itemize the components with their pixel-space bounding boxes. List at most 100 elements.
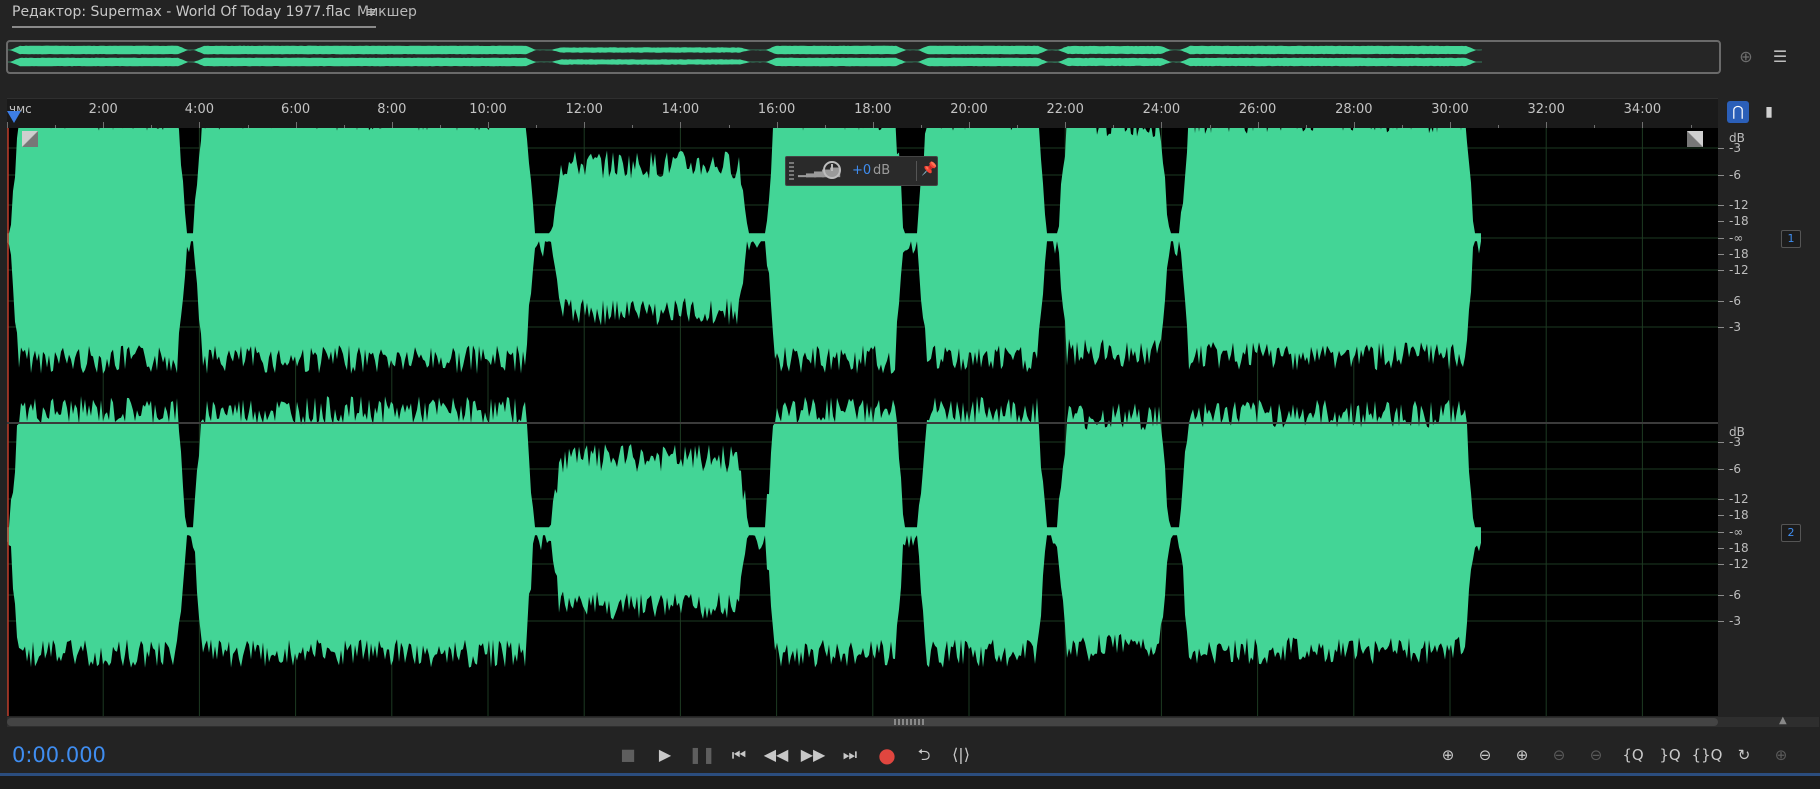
tab-editor-label: Редактор: Supermax - World Of Today 1977…	[12, 4, 351, 20]
ruler-tick-label: 18:00	[854, 102, 892, 117]
pin-icon[interactable]: 📌	[921, 162, 937, 177]
list-icon[interactable]: ☰	[1769, 46, 1791, 68]
zoom-full-icon[interactable]: ⊕	[1765, 741, 1797, 769]
db-scale-tick	[1718, 221, 1724, 222]
ruler-tick-label: 6:00	[280, 102, 311, 117]
db-scale-label: -18	[1729, 247, 1749, 261]
db-scale-tick	[1718, 148, 1724, 149]
db-scale-tick	[1718, 548, 1724, 549]
zoom-to-selection-icon[interactable]: {}Q	[1691, 741, 1723, 769]
ruler-tick-label: 30:00	[1431, 102, 1469, 117]
volume-knob[interactable]	[823, 161, 841, 179]
ruler-tick-label: 24:00	[1142, 102, 1181, 117]
db-scale-label: -12	[1729, 198, 1749, 212]
db-scale-tick	[1718, 254, 1724, 255]
db-scale: dB -3 -6 -12 -18 -∞ -18 -12 -6 -3 1 dB -3 -6 -12 -18 -∞ -…	[1718, 128, 1820, 716]
rewind-button[interactable]: ◀◀	[761, 740, 791, 770]
db-scale-tick	[1718, 175, 1724, 176]
fade-out-handle[interactable]	[1687, 131, 1703, 147]
db-scale-tick	[1718, 499, 1724, 500]
stop-button[interactable]: ■	[613, 740, 643, 770]
tab-mixer[interactable]: Микшер	[357, 4, 417, 20]
db-scale-label: -3	[1729, 141, 1741, 155]
hud-divider	[916, 161, 917, 181]
waveform-overview[interactable]	[6, 40, 1721, 74]
play-button[interactable]: ▶	[650, 740, 680, 770]
db-scale-label: -3	[1729, 435, 1741, 449]
ruler-tick-label: 14:00	[661, 102, 700, 117]
db-scale-label: -18	[1729, 541, 1749, 555]
db-scale-tick	[1718, 564, 1724, 565]
db-scale-tick	[1718, 238, 1724, 239]
time-display[interactable]: 0:00.000	[12, 743, 106, 767]
overview-channel-1	[8, 45, 1482, 55]
zoom-in-time-icon[interactable]: ⊕	[1506, 741, 1538, 769]
scrollbar-thumb[interactable]	[7, 718, 1718, 726]
db-scale-label: -12	[1729, 263, 1749, 277]
db-scale-tick	[1718, 301, 1724, 302]
ruler-tick-label: 16:00	[757, 102, 796, 117]
db-scale-label: -18	[1729, 508, 1749, 522]
zoom-reset-icon[interactable]: ↻	[1728, 741, 1760, 769]
zoom-out-full-icon[interactable]: ⊖	[1580, 741, 1612, 769]
db-scale-tick	[1718, 532, 1724, 533]
zoom-in-amplitude-icon[interactable]: ⊕	[1432, 741, 1464, 769]
db-scale-label: -6	[1729, 462, 1741, 476]
ruler-tick-label: 34:00	[1623, 102, 1662, 117]
channel-1-waveform	[7, 128, 1481, 374]
zoom-out-time-icon[interactable]: ⊖	[1543, 741, 1575, 769]
fast-forward-button[interactable]: ▶▶	[798, 740, 828, 770]
overview-channel-2	[8, 57, 1482, 67]
channel-2-waveform	[7, 396, 1481, 668]
snap-icon[interactable]: ⋂	[1727, 101, 1749, 123]
db-scale-tick	[1718, 621, 1724, 622]
db-scale-label: -18	[1729, 214, 1749, 228]
go-to-start-button[interactable]: ⏮	[724, 740, 754, 770]
fade-in-handle[interactable]	[22, 131, 38, 147]
record-button[interactable]: ●	[872, 740, 902, 770]
ruler-tick-label: 32:00	[1527, 102, 1565, 117]
timeline-ruler[interactable]: чмс 2:00 4:00 6:00 8:00 10:00 12:00 14:00 16:00…	[7, 98, 1718, 129]
channel-number-badge[interactable]: 2	[1781, 524, 1801, 542]
db-scale-tick	[1718, 469, 1724, 470]
skip-selection-button[interactable]: ⟨|⟩	[946, 740, 976, 770]
scroll-up-icon[interactable]: ▲	[1779, 715, 1787, 726]
db-scale-tick	[1718, 205, 1724, 206]
db-scale-label: -3	[1729, 320, 1741, 334]
db-scale-label: -6	[1729, 294, 1741, 308]
channel-number-badge[interactable]: 1	[1781, 230, 1801, 248]
ruler-tick-label: 4:00	[184, 102, 214, 117]
marker-pin-icon[interactable]: ▮	[1760, 101, 1778, 123]
horizontal-scrollbar[interactable]: ▲	[7, 715, 1819, 727]
db-scale-tick	[1718, 515, 1724, 516]
pause-button[interactable]: ❚❚	[687, 740, 717, 770]
volume-value[interactable]: +0	[852, 163, 871, 178]
playhead-marker[interactable]	[7, 111, 21, 123]
db-scale-tick	[1718, 270, 1724, 271]
ruler-tick-label: 8:00	[377, 102, 407, 117]
scrollbar-grip[interactable]	[894, 719, 926, 725]
ruler-tick-label: 26:00	[1238, 102, 1277, 117]
zoom-out-point-icon[interactable]: }Q	[1654, 741, 1686, 769]
db-scale-label: -12	[1729, 557, 1749, 571]
channel-divider	[7, 422, 1718, 424]
go-to-end-button[interactable]: ⏭	[835, 740, 865, 770]
volume-unit: dB	[873, 163, 891, 178]
db-scale-tick	[1718, 327, 1724, 328]
hud-grip-handle[interactable]	[789, 162, 794, 180]
tab-editor[interactable]: Редактор: Supermax - World Of Today 1977…	[12, 4, 377, 28]
ruler-tick-label: 28:00	[1335, 102, 1373, 117]
db-scale-label: -∞	[1729, 231, 1744, 245]
loop-button[interactable]: ⮌	[909, 740, 939, 770]
zoom-in-point-icon[interactable]: {Q	[1617, 741, 1649, 769]
zoom-to-selection-icon[interactable]: ⊕	[1735, 46, 1757, 68]
overview-waveform	[8, 45, 1482, 67]
db-scale-tick	[1718, 595, 1724, 596]
db-scale-label: -12	[1729, 492, 1749, 506]
waveform-display[interactable]	[7, 128, 1718, 716]
ruler-tick-label: 22:00	[1046, 102, 1084, 117]
ruler-tick-label: 12:00	[565, 102, 603, 117]
volume-hud[interactable]: ▁▂▃▄▅ +0 dB 📌	[785, 156, 938, 186]
zoom-out-amplitude-icon[interactable]: ⊖	[1469, 741, 1501, 769]
ruler-tick-label: 10:00	[469, 102, 507, 117]
